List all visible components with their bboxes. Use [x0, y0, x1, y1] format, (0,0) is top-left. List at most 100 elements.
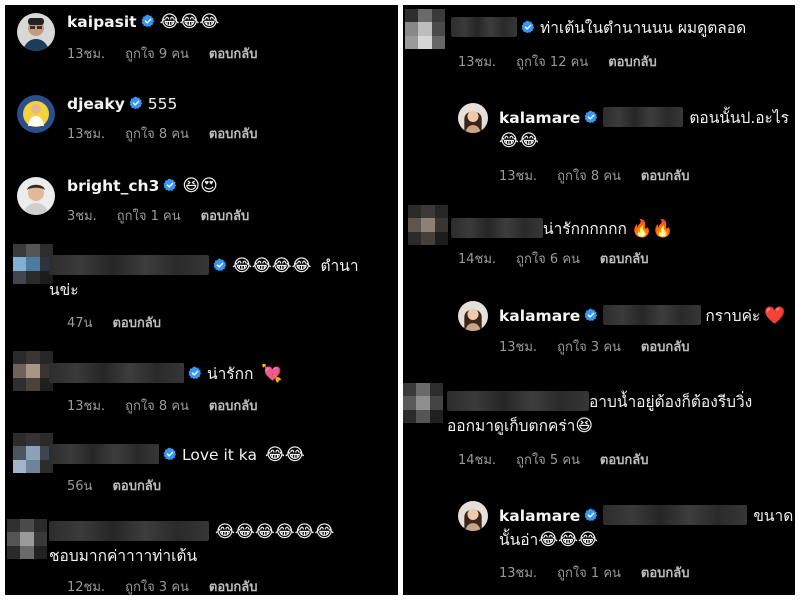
comment-time: 56น [67, 479, 93, 494]
reply-button[interactable]: ตอบกลับ [201, 209, 250, 224]
blurred-avatar[interactable] [13, 351, 53, 391]
comment-item: ท่าเต้นในตำนานนน ผมดูตลอด 13ชม. ถูกใจ 12 … [403, 5, 795, 80]
blurred-avatar[interactable] [403, 383, 443, 423]
comment-username[interactable]: kaipasit [67, 13, 137, 31]
reply-button[interactable]: ตอบกลับ [209, 580, 258, 595]
verified-badge-icon [521, 20, 535, 34]
verified-badge-icon [584, 110, 598, 124]
comment-likes[interactable]: ถูกใจ 1 คน [557, 566, 621, 581]
verified-badge-icon [129, 96, 143, 110]
comment-time: 3ชม. [67, 209, 97, 224]
reply-button[interactable]: ตอบกลับ [209, 399, 258, 414]
comment-time: 14ชม. [458, 252, 497, 267]
avatar[interactable] [17, 95, 55, 133]
comment-text: น่ารักกกกกก [543, 220, 627, 238]
comment-likes[interactable]: ถูกใจ 9 คน [125, 47, 189, 62]
comment-username[interactable]: kalamare [499, 507, 580, 525]
comment-text: อาบน้ำอยู่ต้องก็ต้องรีบวิ่ง [589, 393, 753, 411]
reply-button[interactable]: ตอบกลับ [641, 340, 690, 355]
comment-likes[interactable]: ถูกใจ 8 คน [125, 399, 189, 414]
comment-time: 14ชม. [458, 453, 497, 468]
comment-item: น่ารักก 💘 13ชม. ถูกใจ 8 คน ตอบกลับ [5, 349, 398, 424]
comment-emojis: ❤️ [764, 306, 786, 326]
comment-text: กราบค่ะ [705, 307, 761, 325]
comment-username[interactable]: kalamare [499, 307, 580, 325]
reply-button[interactable]: ตอบกลับ [608, 55, 657, 70]
reply-button[interactable]: ตอบกลับ [209, 127, 258, 142]
comment-likes[interactable]: ถูกใจ 1 คน [117, 209, 181, 224]
reply-button[interactable]: ตอบกลับ [600, 252, 649, 267]
comment-likes[interactable]: ถูกใจ 8 คน [557, 169, 621, 184]
comment-username[interactable]: djeaky [67, 95, 125, 113]
verified-badge-icon [584, 508, 598, 522]
comment-emojis: 😆 [575, 416, 594, 436]
blurred-mention [603, 505, 748, 525]
comment-emojis: 🔥🔥 [630, 219, 674, 239]
avatar[interactable] [458, 301, 488, 331]
blurred-avatar[interactable] [13, 244, 53, 284]
comment-emojis: 😂😂 [499, 131, 539, 151]
comment-time: 13ชม. [499, 566, 538, 581]
comment-likes[interactable]: ถูกใจ 12 คน [516, 55, 588, 70]
comment-text: Love it ka [182, 446, 257, 464]
comment-username[interactable]: kalamare [499, 109, 580, 127]
reply-button[interactable]: ตอบกลับ [641, 566, 690, 581]
comment-time: 13ชม. [499, 340, 538, 355]
comment-text: ขนาด [753, 507, 794, 525]
comment-item: djeaky 555 13ชม. ถูกใจ 8 คน ตอบกลับ [5, 87, 398, 162]
comment-text-line2: ออกมาดูเก็บตกคร่า [447, 417, 576, 435]
blurred-username [49, 363, 184, 383]
blurred-username [49, 255, 209, 275]
comment-item: 😂😂😂😂 ตำนา นข่ะ 47น ตอบกลับ [5, 241, 398, 336]
comment-item: kaipasit 😂😂😂 13ชม. ถูกใจ 9 คน ตอบกลับ [5, 5, 398, 80]
comment-text-line2: นข่ะ [49, 281, 79, 299]
comment-text: ท่าเต้นในตำนานนน ผมดูตลอด [540, 19, 747, 37]
blurred-mention [603, 107, 684, 127]
verified-badge-icon [584, 308, 598, 322]
comment-emojis: 😂😂😂 [159, 12, 220, 32]
comment-item: 😂😂😂😂😂😂 ชอบมากค่าาาาท่าเต้น 12ชม. ถูกใจ 3 … [5, 511, 398, 595]
comment-text: ตอนนั้นป.อะไร [689, 109, 789, 127]
comment-text: 555 [147, 95, 178, 113]
comment-emojis: 😂😂 [265, 445, 305, 465]
avatar[interactable] [458, 501, 488, 531]
avatar[interactable] [17, 13, 55, 51]
comment-likes[interactable]: ถูกใจ 8 คน [125, 127, 189, 142]
reply-button[interactable]: ตอบกลับ [112, 316, 161, 331]
blurred-avatar[interactable] [405, 9, 445, 49]
avatar[interactable] [458, 103, 488, 133]
comment-time: 47น [67, 316, 93, 331]
comment-likes[interactable]: ถูกใจ 5 คน [516, 453, 580, 468]
reply-button[interactable]: ตอบกลับ [600, 453, 649, 468]
comment-likes[interactable]: ถูกใจ 3 คน [557, 340, 621, 355]
comment-username[interactable]: bright_ch3 [67, 177, 159, 195]
verified-badge-icon [188, 366, 202, 380]
comment-time: 12ชม. [67, 580, 106, 595]
comment-text-line2: นั้นอ่า [499, 531, 539, 549]
comment-time: 13ชม. [67, 47, 106, 62]
blurred-avatar[interactable] [408, 205, 448, 245]
comment-emojis: 😂😂😂😂 [232, 256, 312, 276]
comment-item: kalamare ตอนนั้นป.อะไร 😂😂 13ชม. ถูกใจ 8 คน… [403, 97, 795, 192]
verified-badge-icon [213, 258, 227, 272]
blurred-avatar[interactable] [13, 433, 53, 473]
comment-item: kalamare ขนาด นั้นอ่า😂😂😂 13ชม. ถูกใจ 1 คน ต… [403, 495, 795, 590]
reply-button[interactable]: ตอบกลับ [209, 47, 258, 62]
left-comment-panel: kaipasit 😂😂😂 13ชม. ถูกใจ 9 คน ตอบกลับ djeak… [5, 5, 398, 595]
comment-item: kalamare กราบค่ะ ❤️ 13ชม. ถูกใจ 3 คน ตอบกลับ [403, 295, 795, 365]
comment-text-line2: ชอบมากค่าาาาท่าเต้น [49, 547, 198, 565]
comment-emojis: 😆😍 [182, 176, 218, 196]
comment-item: Love it ka 😂😂 56น ตอบกลับ [5, 429, 398, 499]
verified-badge-icon [141, 14, 155, 28]
comment-likes[interactable]: ถูกใจ 3 คน [125, 580, 189, 595]
comment-item: น่ารักกกกกก 🔥🔥 14ชม. ถูกใจ 6 คน ตอบกลับ [403, 203, 795, 278]
verified-badge-icon [163, 447, 177, 461]
reply-button[interactable]: ตอบกลับ [641, 169, 690, 184]
right-comment-panel: ท่าเต้นในตำนานนน ผมดูตลอด 13ชม. ถูกใจ 12 … [403, 5, 795, 595]
comment-emojis: 💘 [261, 364, 283, 384]
blurred-username [49, 444, 159, 464]
comment-likes[interactable]: ถูกใจ 6 คน [516, 252, 580, 267]
avatar[interactable] [17, 177, 55, 215]
reply-button[interactable]: ตอบกลับ [112, 479, 161, 494]
blurred-avatar[interactable] [7, 519, 47, 559]
